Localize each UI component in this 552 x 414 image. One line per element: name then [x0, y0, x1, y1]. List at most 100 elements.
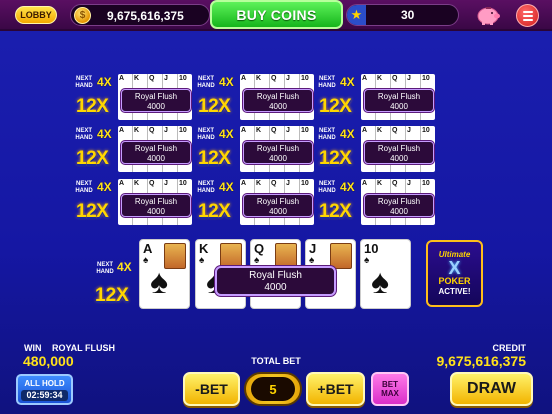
- hand-multiplier: 12X: [76, 96, 109, 117]
- card-rank: K: [199, 241, 209, 256]
- plus-bet-button[interactable]: +BET: [306, 372, 365, 406]
- next-hand-label: NEXT HAND: [75, 76, 93, 89]
- menu-icon-line: [522, 18, 533, 21]
- win-hand-amount: 4000: [147, 154, 165, 163]
- win-hand-amount: 4000: [269, 102, 287, 111]
- mini-win-box: Royal Flush 4000: [364, 194, 434, 217]
- card-rank: A: [143, 241, 153, 256]
- mini-win-box: Royal Flush 4000: [121, 141, 191, 164]
- spade-icon: ♠: [199, 255, 205, 266]
- extra-hand: NEXT HAND 4X 12X A K Q J 10 Royal Flush 4000: [73, 179, 193, 227]
- buy-coins-button[interactable]: BUY COINS: [210, 0, 343, 29]
- bet-value: 5: [251, 377, 295, 401]
- hand-multiplier: 12X: [319, 201, 352, 222]
- win-hand-name: ROYAL FLUSH: [52, 343, 116, 353]
- extra-hand: NEXT HAND 4X 12X A K Q J 10 Royal Flush 4000: [73, 126, 193, 174]
- hand-multiplier: 12X: [198, 201, 231, 222]
- next-hand-multiplier: 4X: [117, 260, 132, 274]
- win-hand-amount: 4000: [147, 207, 165, 216]
- lobby-button[interactable]: LOBBY: [15, 6, 57, 24]
- hand-multiplier: 12X: [198, 96, 231, 117]
- next-hand-multiplier: 4X: [97, 127, 112, 141]
- mini-win-box: Royal Flush 4000: [243, 89, 313, 112]
- next-hand-label: NEXT HAND: [75, 181, 93, 194]
- card-rank: Q: [254, 241, 265, 256]
- win-hand-name: Royal Flush: [377, 92, 421, 101]
- extra-hand: NEXT HAND 4X 12X A K Q J 10 Royal Flush 4000: [195, 179, 315, 227]
- mini-win-box: Royal Flush 4000: [364, 141, 434, 164]
- piggy-bank-icon[interactable]: [474, 3, 502, 27]
- menu-button[interactable]: [516, 4, 539, 27]
- win-hand-name: Royal Flush: [134, 197, 178, 206]
- bet-max-button[interactable]: BET MAX: [371, 372, 409, 406]
- mini-win-box: Royal Flush 4000: [243, 141, 313, 164]
- badge-line-4: ACTIVE!: [438, 287, 471, 296]
- win-hand-name: Royal Flush: [377, 197, 421, 206]
- credit-label: CREDIT: [492, 343, 527, 353]
- star-icon: ★: [347, 5, 366, 25]
- all-hold-button[interactable]: ALL HOLD 02:59:34: [16, 374, 73, 405]
- card-rank: J: [309, 241, 317, 256]
- spade-icon: ♠: [143, 255, 149, 266]
- win-hand-amount: 4000: [269, 154, 287, 163]
- menu-icon-line: [522, 10, 533, 13]
- ultimate-x-poker-badge: Ultimate X POKER ACTIVE!: [426, 240, 483, 307]
- spade-icon: ♠: [150, 263, 169, 301]
- win-hand-amount: 4000: [390, 154, 408, 163]
- win-hand-name: Royal Flush: [377, 144, 421, 153]
- card-rank: 10: [364, 241, 379, 256]
- win-hand-amount: 4000: [147, 102, 165, 111]
- level-bar: ★ 30: [346, 4, 459, 26]
- playing-card[interactable]: 10 ♠ ♠: [360, 239, 411, 309]
- win-hand-name: Royal Flush: [134, 92, 178, 101]
- draw-button[interactable]: DRAW: [450, 372, 533, 406]
- next-hand-multiplier: 4X: [219, 75, 234, 89]
- next-hand-label: NEXT HAND: [318, 181, 336, 194]
- playing-card[interactable]: A ♠ ♠: [139, 239, 190, 309]
- spade-icon: ♠: [371, 263, 390, 301]
- hand-multiplier: 12X: [198, 148, 231, 169]
- spade-icon: ♠: [309, 255, 315, 266]
- extra-hand: NEXT HAND 4X 12X A K Q J 10 Royal Flush 4000: [73, 74, 193, 122]
- extra-hand: NEXT HAND 4X 12X A K Q J 10 Royal Flush 4000: [195, 74, 315, 122]
- extra-hand: NEXT HAND 4X 12X A K Q J 10 Royal Flush 4000: [316, 179, 436, 227]
- main-hand-win-box: Royal Flush 4000: [215, 266, 336, 296]
- next-hand-multiplier: 4X: [97, 75, 112, 89]
- hand-multiplier: 12X: [319, 148, 352, 169]
- next-hand-multiplier: 4X: [97, 180, 112, 194]
- extra-hand: NEXT HAND 4X 12X A K Q J 10 Royal Flush 4000: [195, 126, 315, 174]
- level-value: 30: [401, 8, 415, 22]
- badge-line-2: X: [448, 258, 461, 278]
- next-hand-multiplier: 4X: [340, 180, 355, 194]
- win-hand-amount: 4000: [390, 102, 408, 111]
- extra-hand: NEXT HAND 4X 12X A K Q J 10 Royal Flush 4000: [316, 74, 436, 122]
- top-bar: LOBBY $ 9,675,616,375 BUY COINS ★ 30: [0, 0, 552, 31]
- win-hand-name: Royal Flush: [134, 144, 178, 153]
- hand-multiplier: 12X: [76, 148, 109, 169]
- badge-line-3: POKER: [438, 276, 471, 286]
- hand-multiplier: 12X: [95, 285, 129, 306]
- hand-multiplier: 12X: [319, 96, 352, 117]
- win-label: WIN: [24, 343, 42, 353]
- extra-hand: NEXT HAND 4X 12X A K Q J 10 Royal Flush 4000: [316, 126, 436, 174]
- coin-balance: $ 9,675,616,375: [70, 4, 210, 26]
- win-hand-name: Royal Flush: [249, 270, 302, 281]
- next-hand-label: NEXT HAND: [318, 128, 336, 141]
- all-hold-label: ALL HOLD: [24, 379, 65, 388]
- all-hold-timer: 02:59:34: [21, 390, 68, 401]
- next-hand-label: NEXT HAND: [197, 76, 215, 89]
- win-hand-name: Royal Flush: [256, 92, 300, 101]
- next-hand-multiplier: 4X: [219, 180, 234, 194]
- next-hand-label: NEXT HAND: [197, 128, 215, 141]
- next-hand-multiplier: 4X: [340, 75, 355, 89]
- menu-icon-line: [522, 14, 533, 17]
- win-hand-name: Royal Flush: [256, 197, 300, 206]
- coin-icon: $: [74, 7, 91, 24]
- win-hand-name: Royal Flush: [256, 144, 300, 153]
- mini-win-box: Royal Flush 4000: [364, 89, 434, 112]
- mini-win-box: Royal Flush 4000: [243, 194, 313, 217]
- win-hand-amount: 4000: [269, 207, 287, 216]
- minus-bet-button[interactable]: -BET: [183, 372, 240, 406]
- next-hand-multiplier: 4X: [340, 127, 355, 141]
- bet-max-line-1: BET: [382, 380, 398, 389]
